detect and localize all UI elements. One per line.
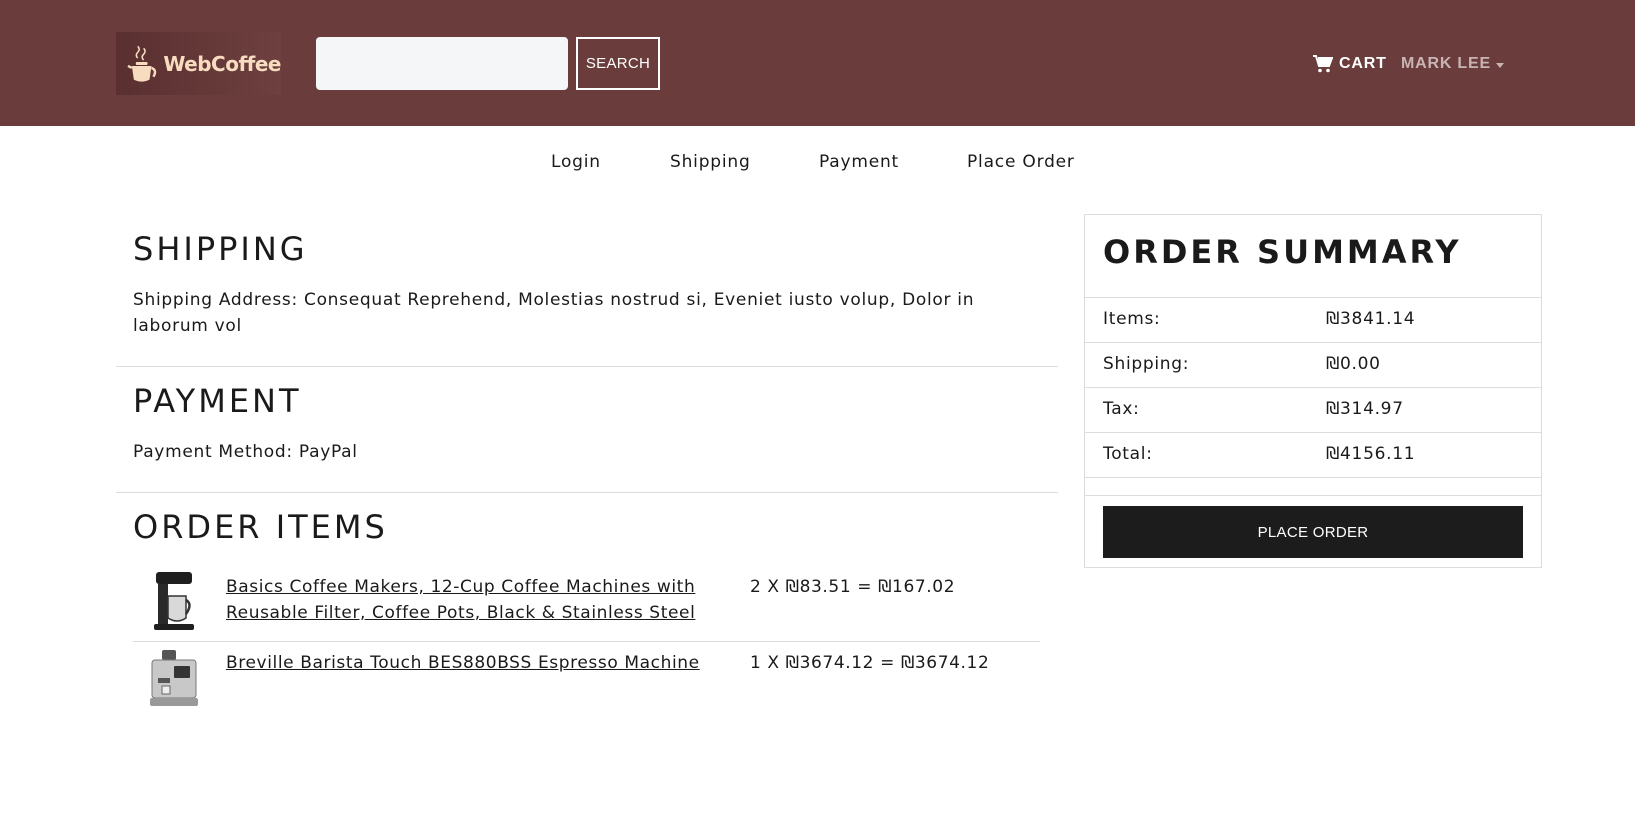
checkout-steps: Login Shipping Payment Place Order: [0, 152, 1635, 182]
place-order-button[interactable]: PLACE ORDER: [1103, 506, 1523, 558]
search-button[interactable]: SEARCH: [576, 37, 660, 90]
step-place-order[interactable]: Place Order: [967, 152, 1075, 172]
summary-value: ₪314.97: [1326, 399, 1404, 419]
brand-name: WebCoffee: [163, 51, 281, 76]
user-name: MARK LEE: [1401, 55, 1491, 72]
step-login[interactable]: Login: [551, 152, 601, 172]
summary-spacer: [1085, 477, 1541, 496]
shipping-address: Shipping Address: Consequat Reprehend, M…: [133, 290, 975, 336]
order-item-row: Breville Barista Touch BES880BSS Espress…: [133, 646, 1040, 718]
payment-heading: PAYMENT: [133, 382, 302, 420]
coffee-pot-icon: [127, 45, 157, 82]
shipping-heading: SHIPPING: [133, 230, 308, 268]
order-summary-card: ORDER SUMMARY Items: ₪3841.14 Shipping: …: [1084, 214, 1542, 568]
shopping-cart-icon: [1313, 55, 1333, 73]
espresso-machine-image: [150, 650, 198, 706]
summary-label: Items:: [1103, 309, 1161, 329]
order-item-link[interactable]: Breville Barista Touch BES880BSS Espress…: [226, 650, 706, 676]
caret-down-icon: [1495, 62, 1504, 68]
item-divider: [133, 641, 1040, 642]
payment-method: Payment Method: PayPal: [133, 442, 358, 462]
summary-label: Shipping:: [1103, 354, 1190, 374]
header-bar: WebCoffee SEARCH CART MARK LEE: [0, 0, 1635, 126]
summary-row-shipping: Shipping: ₪0.00: [1085, 342, 1541, 387]
cart-link[interactable]: CART: [1313, 51, 1387, 77]
coffee-maker-image: [154, 572, 194, 630]
summary-label: Tax:: [1103, 399, 1140, 419]
section-divider: [116, 366, 1058, 367]
brand-logo[interactable]: WebCoffee: [116, 32, 281, 95]
cart-label: CART: [1339, 55, 1387, 72]
order-item-link[interactable]: Basics Coffee Makers, 12-Cup Coffee Mach…: [226, 574, 706, 626]
order-items-heading: ORDER ITEMS: [133, 508, 388, 546]
summary-row-total: Total: ₪4156.11: [1085, 432, 1541, 477]
search-input[interactable]: [316, 37, 568, 90]
summary-value: ₪3841.14: [1326, 309, 1416, 329]
step-shipping[interactable]: Shipping: [670, 152, 751, 172]
order-item-row: Basics Coffee Makers, 12-Cup Coffee Mach…: [133, 570, 1040, 642]
summary-row-tax: Tax: ₪314.97: [1085, 387, 1541, 432]
order-summary-heading: ORDER SUMMARY: [1103, 233, 1462, 271]
summary-value: ₪4156.11: [1326, 444, 1416, 464]
section-divider: [116, 492, 1058, 493]
summary-value: ₪0.00: [1326, 354, 1381, 374]
order-item-price: 1 X ₪3674.12 = ₪3674.12: [750, 653, 990, 673]
summary-row-items: Items: ₪3841.14: [1085, 297, 1541, 342]
user-menu-dropdown[interactable]: MARK LEE: [1401, 51, 1504, 77]
summary-label: Total:: [1103, 444, 1153, 464]
order-item-price: 2 X ₪83.51 = ₪167.02: [750, 577, 956, 597]
step-payment[interactable]: Payment: [819, 152, 899, 172]
